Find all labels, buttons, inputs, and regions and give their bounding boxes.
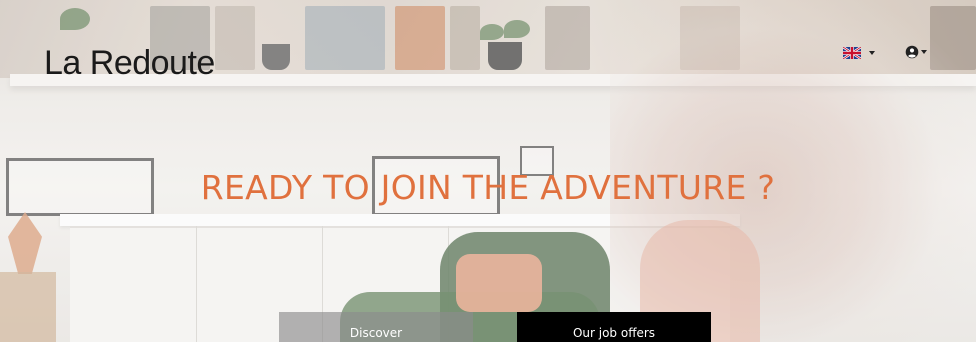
hero-headline: READY TO JOIN THE ADVENTURE ? bbox=[200, 168, 776, 207]
language-selector[interactable] bbox=[843, 47, 875, 59]
job-offers-button[interactable]: Our job offers bbox=[517, 312, 711, 342]
uk-flag-icon bbox=[843, 47, 861, 59]
chevron-down-icon bbox=[869, 51, 875, 55]
user-account-menu[interactable] bbox=[905, 45, 927, 59]
chevron-down-icon bbox=[921, 50, 927, 54]
brand-logo[interactable]: La Redoute bbox=[44, 44, 215, 83]
user-circle-icon bbox=[905, 45, 919, 59]
discover-button[interactable]: Discover bbox=[279, 312, 473, 342]
